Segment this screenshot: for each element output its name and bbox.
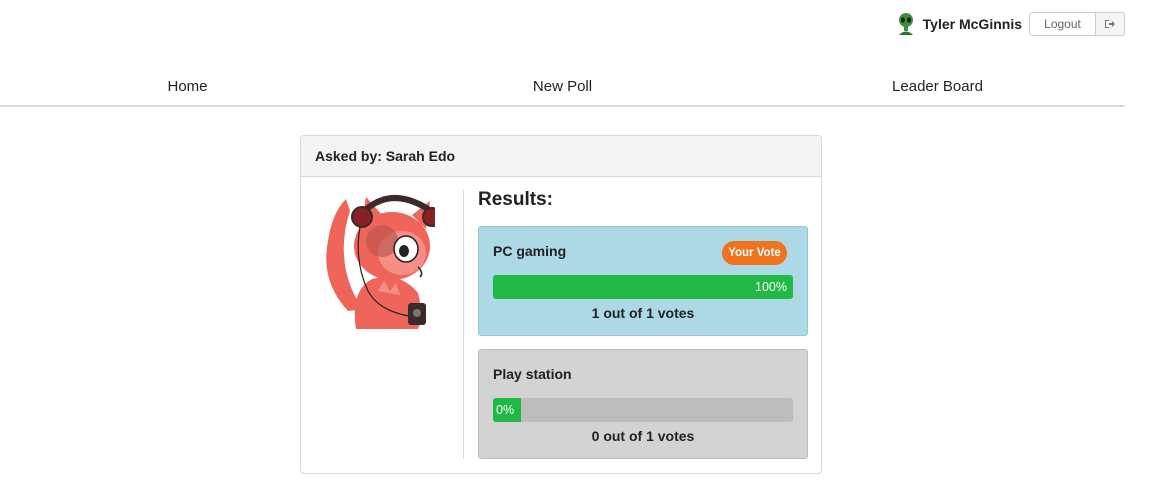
option-text: PC gaming [493, 243, 567, 259]
nav-leader-board[interactable]: Leader Board [750, 70, 1125, 105]
nav-new-poll[interactable]: New Poll [375, 70, 750, 105]
option-result-voted: PC gaming Your Vote 100% 1 out of 1 vote… [478, 226, 808, 336]
option-result: Play station 0% 0 out of 1 votes [478, 349, 808, 459]
nav-home[interactable]: Home [0, 70, 375, 105]
results-title: Results: [478, 189, 553, 210]
author-avatar [320, 191, 442, 329]
logout-group[interactable]: Logout [1029, 12, 1125, 36]
option-text: Play station [493, 366, 572, 382]
user-avatar-icon [895, 12, 917, 36]
user-bar: Tyler McGinnis Logout [895, 12, 1125, 36]
vertical-divider [463, 190, 464, 459]
progress-bar: 100% [493, 275, 793, 299]
username: Tyler McGinnis [922, 16, 1022, 32]
sign-out-icon[interactable] [1096, 13, 1124, 35]
your-vote-badge: Your Vote [722, 241, 787, 265]
card-header-asked-by: Asked by: Sarah Edo [301, 136, 821, 177]
main-nav: Home New Poll Leader Board [0, 70, 1125, 107]
progress-bar: 0% [493, 398, 793, 422]
vote-count: 0 out of 1 votes [591, 428, 695, 444]
poll-results-card: Asked by: Sarah Edo Results: PC gaming Y… [300, 135, 822, 474]
progress-fill: 100% [493, 275, 793, 299]
vote-count: 1 out of 1 votes [591, 305, 695, 321]
card-body: Results: PC gaming Your Vote 100% 1 out … [301, 177, 821, 473]
progress-fill: 0% [493, 398, 521, 422]
logout-button[interactable]: Logout [1030, 13, 1096, 35]
